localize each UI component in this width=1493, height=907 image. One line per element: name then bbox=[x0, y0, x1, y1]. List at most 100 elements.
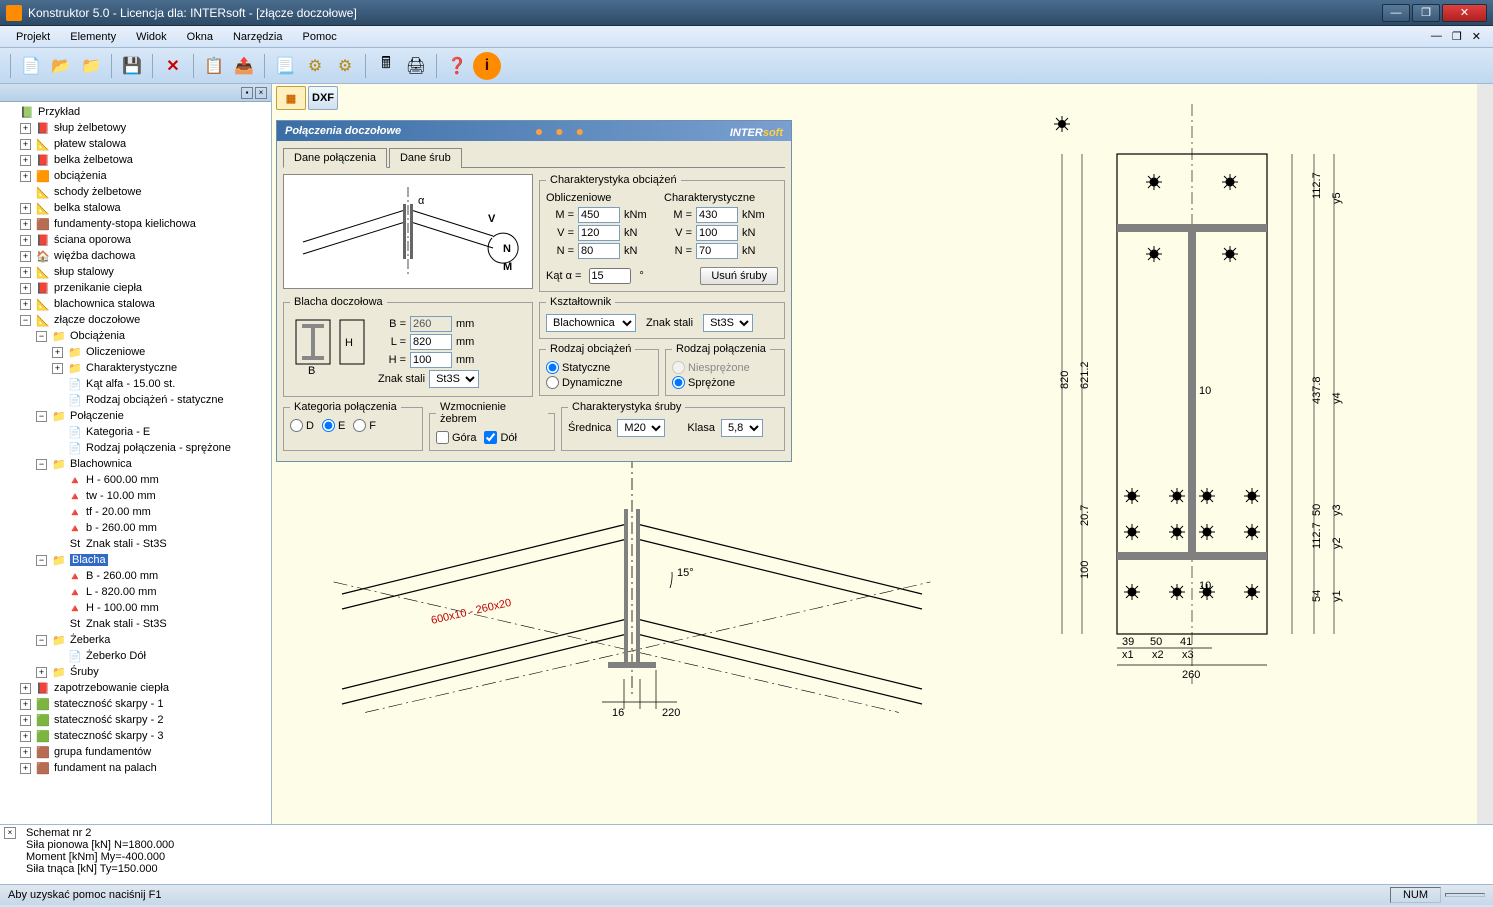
dialog-titlebar[interactable]: Połączenia doczołowe ● ● ● INTERsoft bbox=[277, 121, 791, 141]
print-icon[interactable]: 🖨 bbox=[402, 52, 430, 80]
open-folder2-icon[interactable]: 📁 bbox=[77, 52, 105, 80]
project-tree[interactable]: 📗Przykład+📕słup żelbetowy+📐płatew stalow… bbox=[0, 102, 271, 824]
tree-item[interactable]: +🟩stateczność skarpy - 3 bbox=[2, 728, 269, 744]
bottom-stiffener-checkbox[interactable]: Dół bbox=[484, 431, 517, 444]
tree-item-label[interactable]: Oliczeniowe bbox=[86, 346, 145, 358]
tree-item[interactable]: +🟫fundament na palach bbox=[2, 760, 269, 776]
V-design-input[interactable] bbox=[578, 225, 620, 241]
tree-item[interactable]: 📄Rodzaj obciążeń - statyczne bbox=[2, 392, 269, 408]
tree-item[interactable]: 📄Kąt alfa - 15.00 st. bbox=[2, 376, 269, 392]
tree-item-label[interactable]: H - 100.00 mm bbox=[86, 602, 159, 614]
tree-item-label[interactable]: ściana oporowa bbox=[54, 234, 131, 246]
tree-item[interactable]: StZnak stali - St3S bbox=[2, 536, 269, 552]
open-folder-icon[interactable]: 📂 bbox=[47, 52, 75, 80]
expand-icon[interactable]: + bbox=[20, 763, 31, 774]
tree-item[interactable]: +🟫fundamenty-stopa kielichowa bbox=[2, 216, 269, 232]
tree-item[interactable]: +🟧obciążenia bbox=[2, 168, 269, 184]
prestressed-radio[interactable]: Sprężone bbox=[672, 376, 778, 389]
tree-item-label[interactable]: B - 260.00 mm bbox=[86, 570, 158, 582]
menu-projekt[interactable]: Projekt bbox=[8, 28, 58, 46]
expand-icon[interactable]: + bbox=[36, 667, 47, 678]
tree-item-label[interactable]: płatew stalowa bbox=[54, 138, 126, 150]
tree-item-label[interactable]: tf - 20.00 mm bbox=[86, 506, 151, 518]
tree-item[interactable]: 🔺H - 100.00 mm bbox=[2, 600, 269, 616]
tree-item[interactable]: +🟩stateczność skarpy - 1 bbox=[2, 696, 269, 712]
expand-icon[interactable]: + bbox=[20, 139, 31, 150]
close-button[interactable]: ✕ bbox=[1442, 4, 1487, 22]
maximize-button[interactable]: ❐ bbox=[1412, 4, 1440, 22]
expand-icon[interactable]: + bbox=[52, 347, 63, 358]
page-gear-icon[interactable]: 📃 bbox=[271, 52, 299, 80]
tree-item-label[interactable]: Znak stali - St3S bbox=[86, 618, 167, 630]
tree-item[interactable]: 🔺L - 820.00 mm bbox=[2, 584, 269, 600]
tree-item-label[interactable]: belka żelbetowa bbox=[54, 154, 133, 166]
menu-okna[interactable]: Okna bbox=[179, 28, 221, 46]
tab-dane-polaczenia[interactable]: Dane połączenia bbox=[283, 148, 387, 168]
document-icon[interactable]: 📋 bbox=[200, 52, 228, 80]
expand-icon[interactable]: + bbox=[20, 731, 31, 742]
tree-item-label[interactable]: Blacha bbox=[70, 554, 108, 566]
tree-item-label[interactable]: Obciążenia bbox=[70, 330, 125, 342]
tree-item[interactable]: +📁Charakterystyczne bbox=[2, 360, 269, 376]
tree-item[interactable]: 🔺tf - 20.00 mm bbox=[2, 504, 269, 520]
tree-item[interactable]: +🟩stateczność skarpy - 2 bbox=[2, 712, 269, 728]
tree-item[interactable]: −📁Blacha bbox=[2, 552, 269, 568]
tree-item[interactable]: +📐blachownica stalowa bbox=[2, 296, 269, 312]
tree-item[interactable]: +📁Śruby bbox=[2, 664, 269, 680]
expand-icon[interactable]: + bbox=[20, 299, 31, 310]
expand-icon[interactable]: − bbox=[36, 635, 47, 646]
tree-item-label[interactable]: Kategoria - E bbox=[86, 426, 150, 438]
N-char-input[interactable] bbox=[696, 243, 738, 259]
save-icon[interactable]: 💾 bbox=[118, 52, 146, 80]
tree-item-label[interactable]: blachownica stalowa bbox=[54, 298, 155, 310]
expand-icon[interactable]: + bbox=[20, 699, 31, 710]
bolt-class-select[interactable]: 5,8 bbox=[721, 419, 763, 437]
tree-item[interactable]: 📄Rodzaj połączenia - sprężone bbox=[2, 440, 269, 456]
expand-icon[interactable]: + bbox=[20, 267, 31, 278]
tree-item-label[interactable]: zapotrzebowanie ciepła bbox=[54, 682, 169, 694]
tree-item-label[interactable]: słup stalowy bbox=[54, 266, 114, 278]
tree-item-label[interactable]: więźba dachowa bbox=[54, 250, 135, 262]
tree-item[interactable]: −📁Żeberka bbox=[2, 632, 269, 648]
tree-item[interactable]: 📄Żeberko Dół bbox=[2, 648, 269, 664]
expand-icon[interactable]: − bbox=[36, 555, 47, 566]
tree-item[interactable]: +📕przenikanie ciepła bbox=[2, 280, 269, 296]
tree-item-label[interactable]: Śruby bbox=[70, 666, 99, 678]
expand-icon[interactable]: − bbox=[36, 411, 47, 422]
menu-pomoc[interactable]: Pomoc bbox=[295, 28, 345, 46]
tree-item-label[interactable]: fundament na palach bbox=[54, 762, 157, 774]
tree-item[interactable]: +📐płatew stalowa bbox=[2, 136, 269, 152]
tree-item[interactable]: 🔺H - 600.00 mm bbox=[2, 472, 269, 488]
menu-widok[interactable]: Widok bbox=[128, 28, 175, 46]
tree-item-label[interactable]: grupa fundamentów bbox=[54, 746, 151, 758]
help-icon[interactable]: ❓ bbox=[443, 52, 471, 80]
menu-narzedzia[interactable]: Narzędzia bbox=[225, 28, 291, 46]
expand-icon[interactable]: + bbox=[20, 683, 31, 694]
sidebar-close-icon[interactable]: × bbox=[255, 87, 267, 99]
tree-item[interactable]: 🔺B - 260.00 mm bbox=[2, 568, 269, 584]
new-file-icon[interactable]: 📄 bbox=[17, 52, 45, 80]
plate-H-input[interactable] bbox=[410, 352, 452, 368]
expand-icon[interactable]: − bbox=[20, 315, 31, 326]
gear-icon[interactable]: ⚙ bbox=[301, 52, 329, 80]
export-icon[interactable]: 📤 bbox=[230, 52, 258, 80]
tree-item-label[interactable]: b - 260.00 mm bbox=[86, 522, 157, 534]
tree-item[interactable]: 🔺b - 260.00 mm bbox=[2, 520, 269, 536]
tree-item[interactable]: +📕belka żelbetowa bbox=[2, 152, 269, 168]
tree-item[interactable]: +📐słup stalowy bbox=[2, 264, 269, 280]
mdi-close-icon[interactable]: ✕ bbox=[1468, 30, 1485, 43]
section-steel-select[interactable]: St3S bbox=[703, 314, 753, 332]
tree-item[interactable]: 🔺tw - 10.00 mm bbox=[2, 488, 269, 504]
expand-icon[interactable]: + bbox=[20, 747, 31, 758]
tree-item-label[interactable]: Rodzaj połączenia - sprężone bbox=[86, 442, 231, 454]
tree-item-label[interactable]: obciążenia bbox=[54, 170, 107, 182]
menu-elementy[interactable]: Elementy bbox=[62, 28, 124, 46]
tree-item-label[interactable]: stateczność skarpy - 1 bbox=[54, 698, 163, 710]
static-radio[interactable]: Statyczne bbox=[546, 361, 652, 374]
tree-item-label[interactable]: stateczność skarpy - 3 bbox=[54, 730, 163, 742]
expand-icon[interactable]: + bbox=[20, 251, 31, 262]
gear2-icon[interactable]: ⚙ bbox=[331, 52, 359, 80]
tree-root-label[interactable]: Przykład bbox=[38, 106, 80, 118]
expand-icon[interactable]: + bbox=[20, 235, 31, 246]
tree-item-label[interactable]: Znak stali - St3S bbox=[86, 538, 167, 550]
